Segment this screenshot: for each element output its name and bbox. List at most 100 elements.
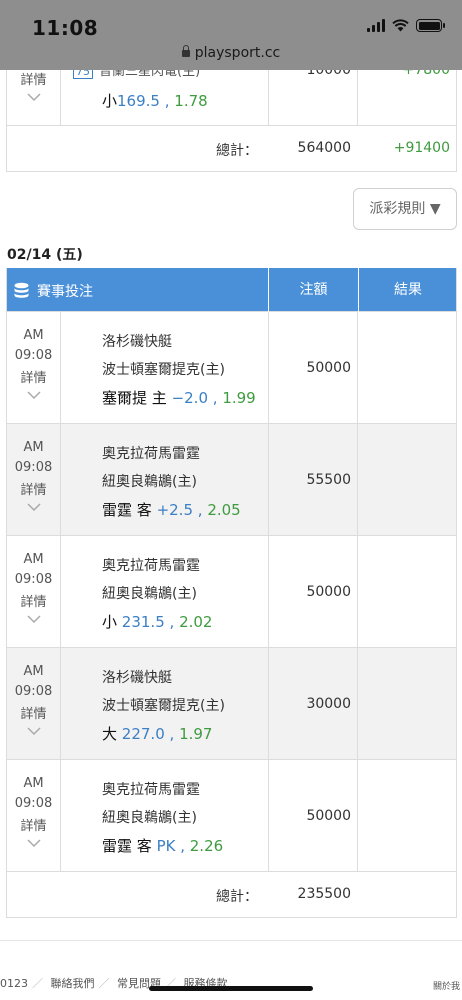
game-time: 09:08 xyxy=(14,348,53,363)
team-code-badge: 75 xyxy=(73,70,93,79)
pick-team: 塞爾提 主 xyxy=(102,389,167,407)
chevron-down-icon[interactable] xyxy=(26,391,41,400)
time-cell: 詳情 xyxy=(7,70,61,125)
browser-top-bar: 11:08 playsport.cc xyxy=(0,0,462,70)
game-time: 09:08 xyxy=(14,684,53,699)
date-heading: 02/14 (五) xyxy=(7,247,83,263)
time-cell: AM 09:08 詳情 xyxy=(7,424,61,535)
time-cell: AM 09:08 詳情 xyxy=(7,536,61,647)
pick-team: 大 xyxy=(102,725,118,743)
detail-link[interactable]: 詳情 xyxy=(7,71,60,91)
chevron-down-icon[interactable] xyxy=(26,727,41,736)
detail-link[interactable]: 詳情 xyxy=(7,481,60,501)
away-team: 奧克拉荷馬雷霆 xyxy=(102,782,200,798)
away-team: 洛杉磯快艇 xyxy=(102,334,172,350)
wifi-icon xyxy=(392,19,409,32)
total-label: 總計： xyxy=(216,889,258,905)
table-row: AM 09:08 詳情 奧克拉荷馬雷霆 紐奧良鵜鶘(主) 雷霆 客 +2.5 ,… xyxy=(7,424,456,536)
ampm-label: AM xyxy=(23,552,44,567)
away-team: 奧克拉荷馬雷霆 xyxy=(102,558,200,574)
detail-link[interactable]: 詳情 xyxy=(7,593,60,613)
pick-sep: , xyxy=(164,725,180,743)
cellular-signal-icon xyxy=(367,19,385,32)
total-result: +91400 xyxy=(393,140,450,156)
footer-about-link[interactable]: 關於我 xyxy=(433,979,460,992)
amount-cell: 50000 xyxy=(268,760,358,871)
url-text: playsport.cc xyxy=(194,45,281,61)
address-bar[interactable]: playsport.cc xyxy=(0,45,462,61)
pick-line: +2.5 xyxy=(156,501,193,519)
home-team: 紐奧良鵜鶘(主) xyxy=(102,586,197,602)
time-cell: AM 09:08 詳情 xyxy=(7,312,61,423)
total-row: 總計： 235500 xyxy=(7,872,456,918)
pick-odds: 1.97 xyxy=(179,725,213,743)
detail-link[interactable]: 詳情 xyxy=(7,369,60,389)
pick-line: −2.0 xyxy=(171,389,208,407)
lock-icon xyxy=(181,45,190,57)
chevron-down-icon[interactable] xyxy=(26,839,41,848)
ampm-label: AM xyxy=(23,664,44,679)
status-time: 11:08 xyxy=(32,16,99,40)
pick-text: 大 227.0 , 1.97 xyxy=(102,720,225,748)
home-team: 波士頓塞爾提克(主) xyxy=(102,698,225,714)
game-time: 09:08 xyxy=(14,796,53,811)
header-bet-label: 賽事投注 xyxy=(37,284,93,300)
footer-link-contact[interactable]: 聯絡我們 xyxy=(51,977,95,990)
matchup: 奧克拉荷馬雷霆 紐奧良鵜鶘(主) 小 231.5 , 2.02 xyxy=(102,552,212,636)
pick-odds: 2.26 xyxy=(189,837,224,855)
amount-value: 10000 xyxy=(306,70,351,78)
team-partial: 75 普蘭三星閃電(主) xyxy=(73,70,200,79)
pick-line: 227.0 xyxy=(121,725,165,743)
header-bet: 賽事投注 xyxy=(13,281,93,301)
table-header: 賽事投注 注額 結果 xyxy=(7,268,456,312)
matchup: 洛杉磯快艇 波士頓塞爾提克(主) 大 227.0 , 1.97 xyxy=(102,664,225,748)
chevron-down-icon[interactable] xyxy=(26,93,41,102)
time-cell: AM 09:08 詳情 xyxy=(7,760,61,871)
status-icons xyxy=(367,19,445,32)
battery-icon xyxy=(416,19,445,32)
detail-link[interactable]: 詳情 xyxy=(7,817,60,837)
previous-bets-table: 詳情 75 普蘭三星閃電(主) 小169.5 , 1.78 10000 +7800… xyxy=(6,70,457,172)
ampm-label: AM xyxy=(23,328,44,343)
database-icon xyxy=(14,282,29,298)
away-team: 洛杉磯快艇 xyxy=(102,670,172,686)
pick-line: 169.5 xyxy=(117,92,160,110)
home-indicator[interactable] xyxy=(149,986,313,991)
home-team: 波士頓塞爾提克(主) xyxy=(102,362,225,378)
home-team: 紐奧良鵜鶘(主) xyxy=(102,810,197,826)
amount-cell: 55500 xyxy=(268,424,358,535)
time-cell: AM 09:08 詳情 xyxy=(7,648,61,759)
table-row: 詳情 75 普蘭三星閃電(主) 小169.5 , 1.78 10000 +7800 xyxy=(7,70,456,126)
payout-rules-button[interactable]: 派彩規則 ▼ xyxy=(353,188,457,230)
detail-link[interactable]: 詳情 xyxy=(7,705,60,725)
pick-odds: 1.99 xyxy=(222,389,256,407)
matchup: 洛杉磯快艇 波士頓塞爾提克(主) 塞爾提 主 −2.0 , 1.99 xyxy=(102,328,256,412)
header-result: 結果 xyxy=(358,268,457,312)
chevron-down-icon[interactable] xyxy=(26,503,41,512)
pick-sep: , xyxy=(175,837,190,855)
table-row: AM 09:08 詳情 奧克拉荷馬雷霆 紐奧良鵜鶘(主) 小 231.5 , 2… xyxy=(7,536,456,648)
pick-line: 231.5 xyxy=(121,613,165,631)
pick-team: 雷霆 客 xyxy=(102,501,152,519)
ampm-label: AM xyxy=(23,776,44,791)
pick-sep: , xyxy=(164,613,180,631)
pick-team: 小 xyxy=(102,92,118,110)
matchup: 奧克拉荷馬雷霆 紐奧良鵜鶘(主) 雷霆 客 +2.5 , 2.05 xyxy=(102,440,241,524)
amount-cell: 50000 xyxy=(268,536,358,647)
pick-team: 雷霆 客 xyxy=(102,837,152,855)
total-amount: 235500 xyxy=(297,886,351,902)
pick-odds: 2.05 xyxy=(207,501,241,519)
footer-divider xyxy=(0,940,462,941)
header-amount: 注額 xyxy=(268,268,358,312)
pick-text: 雷霆 客 PK , 2.26 xyxy=(102,832,223,860)
table-row: AM 09:08 詳情 洛杉磯快艇 波士頓塞爾提克(主) 大 227.0 , 1… xyxy=(7,648,456,760)
result-value: +7800 xyxy=(402,70,450,78)
game-time: 09:08 xyxy=(14,572,53,587)
pick-sep: , xyxy=(193,501,208,519)
matchup: 奧克拉荷馬雷霆 紐奧良鵜鶘(主) 雷霆 客 PK , 2.26 xyxy=(102,776,223,860)
table-row: AM 09:08 詳情 洛杉磯快艇 波士頓塞爾提克(主) 塞爾提 主 −2.0 … xyxy=(7,312,456,424)
chevron-down-icon[interactable] xyxy=(26,615,41,624)
team-name: 普蘭三星閃電(主) xyxy=(99,70,201,79)
footer-code: 0123 xyxy=(0,977,28,990)
total-row: 總計： 564000 +91400 xyxy=(7,126,456,172)
